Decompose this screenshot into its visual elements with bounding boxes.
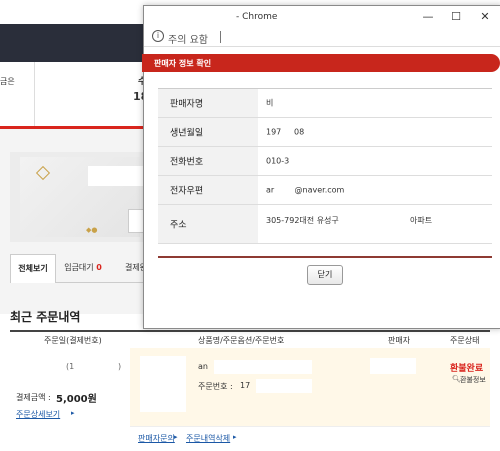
value-address: 305-792대전 유성구 아파트 — [266, 216, 433, 225]
product-name-redacted — [214, 360, 312, 374]
text-cursor — [220, 31, 221, 43]
label-birthdate: 생년월일 — [170, 128, 204, 139]
popup-header: 판매자 정보 확인 — [142, 54, 500, 72]
refund-info-link[interactable]: 환불정보 — [460, 375, 486, 385]
order-number-value: 17 — [240, 381, 251, 390]
label-email: 전자우편 — [170, 186, 204, 197]
info-row-address: 주소 305-792대전 유성구 아파트 — [158, 205, 492, 244]
label-seller-name: 판매자명 — [170, 99, 204, 110]
order-status-tabs: 전체보기 입금대기 0 결제완 — [10, 254, 150, 283]
value-email: ar @naver.com — [266, 185, 345, 195]
info-label-cell: 전화번호 — [158, 147, 258, 175]
dots-icon: ◆● — [86, 226, 98, 234]
delete-order-link[interactable]: 주문내역삭제 — [186, 433, 230, 444]
security-warning-text: 주의 요함 — [168, 35, 208, 46]
minimize-icon[interactable]: — — [414, 8, 442, 26]
label-address: 주소 — [170, 220, 187, 231]
product-name[interactable]: an — [198, 362, 208, 371]
seller-name-redacted — [370, 358, 416, 374]
order-number-redacted — [256, 379, 312, 393]
info-label-cell: 주소 — [158, 205, 258, 243]
seller-info-popup-window: - Chrome — ☐ ✕ i 주의 요함 판매자 정보 확인 판매자명 비 … — [142, 5, 500, 329]
close-button[interactable]: 닫기 — [307, 265, 343, 285]
order-product-cell: an 주문번호 : 17 환불완료 🔍︎ 환불정보 — [130, 348, 490, 426]
order-date-cell: (1 ) 결제금액 : 5,000원 주문상세보기 ▸ — [10, 348, 131, 448]
order-date-paren-open: (1 — [66, 362, 75, 371]
th-order-date: 주문일(결제번호) — [44, 336, 102, 345]
close-icon[interactable]: ✕ — [471, 8, 499, 26]
popup-header-title: 판매자 정보 확인 — [154, 59, 212, 68]
profile-name-box — [88, 166, 148, 186]
th-status: 주문상태 — [450, 336, 480, 345]
window-title: - Chrome — [236, 12, 278, 22]
value-birthdate: 197 08 — [266, 127, 305, 137]
info-icon[interactable]: i — [152, 30, 164, 42]
seller-inquiry-link[interactable]: 판매자문의 — [138, 433, 175, 444]
value-seller-name: 비 — [266, 98, 274, 108]
label-phone: 전화번호 — [170, 157, 204, 168]
th-seller: 판매자 — [388, 336, 411, 345]
info-row-birthdate: 생년월일 197 08 — [158, 118, 492, 147]
status-badge: 환불완료 — [450, 364, 484, 374]
order-detail-link[interactable]: 주문상세보기 — [16, 409, 60, 420]
tab-waiting-label: 입금대기 — [64, 263, 94, 272]
tab-all[interactable]: 전체보기 — [10, 254, 56, 283]
info-label-cell: 판매자명 — [158, 89, 258, 117]
amount-label: 결제금액 : — [16, 393, 51, 402]
info-label-cell: 생년월일 — [158, 118, 258, 146]
product-thumbnail[interactable] — [140, 356, 186, 412]
stats-left-label: 금은 — [0, 77, 15, 86]
chevron-right-icon: ▸ — [71, 409, 75, 417]
address-bar[interactable]: i 주의 요함 — [144, 28, 500, 47]
chevron-right-icon: ▸ — [233, 433, 237, 441]
order-actions-row: 판매자문의 ▸ 주문내역삭제 ▸ — [130, 426, 490, 451]
tab-all-label: 전체보기 — [18, 264, 48, 273]
recent-orders-title: 최근 주문내역 — [10, 310, 81, 324]
info-row-email: 전자우편 ar @naver.com — [158, 176, 492, 205]
th-product: 상품명/주문옵션/주문번호 — [198, 336, 285, 345]
value-phone: 010-3 — [266, 156, 290, 166]
tab-waiting-count: 0 — [96, 263, 102, 272]
popup-divider — [158, 256, 492, 258]
tab-waiting-payment[interactable]: 입금대기 0 — [58, 254, 108, 282]
info-row-phone: 전화번호 010-3 — [158, 147, 492, 176]
seller-info-table: 판매자명 비 생년월일 197 08 전화번호 010-3 전자우편 ar @n… — [158, 88, 492, 244]
maximize-icon[interactable]: ☐ — [442, 8, 470, 26]
window-title-redacted — [148, 10, 234, 24]
stats-divider — [34, 62, 35, 126]
info-label-cell: 전자우편 — [158, 176, 258, 204]
order-date-paren-close: ) — [118, 362, 122, 371]
order-number-label: 주문번호 : — [198, 382, 233, 391]
amount-value: 5,000원 — [56, 394, 97, 405]
chevron-right-icon: ▸ — [174, 433, 178, 441]
window-titlebar[interactable]: - Chrome — ☐ ✕ — [144, 6, 500, 28]
info-row-name: 판매자명 비 — [158, 89, 492, 118]
